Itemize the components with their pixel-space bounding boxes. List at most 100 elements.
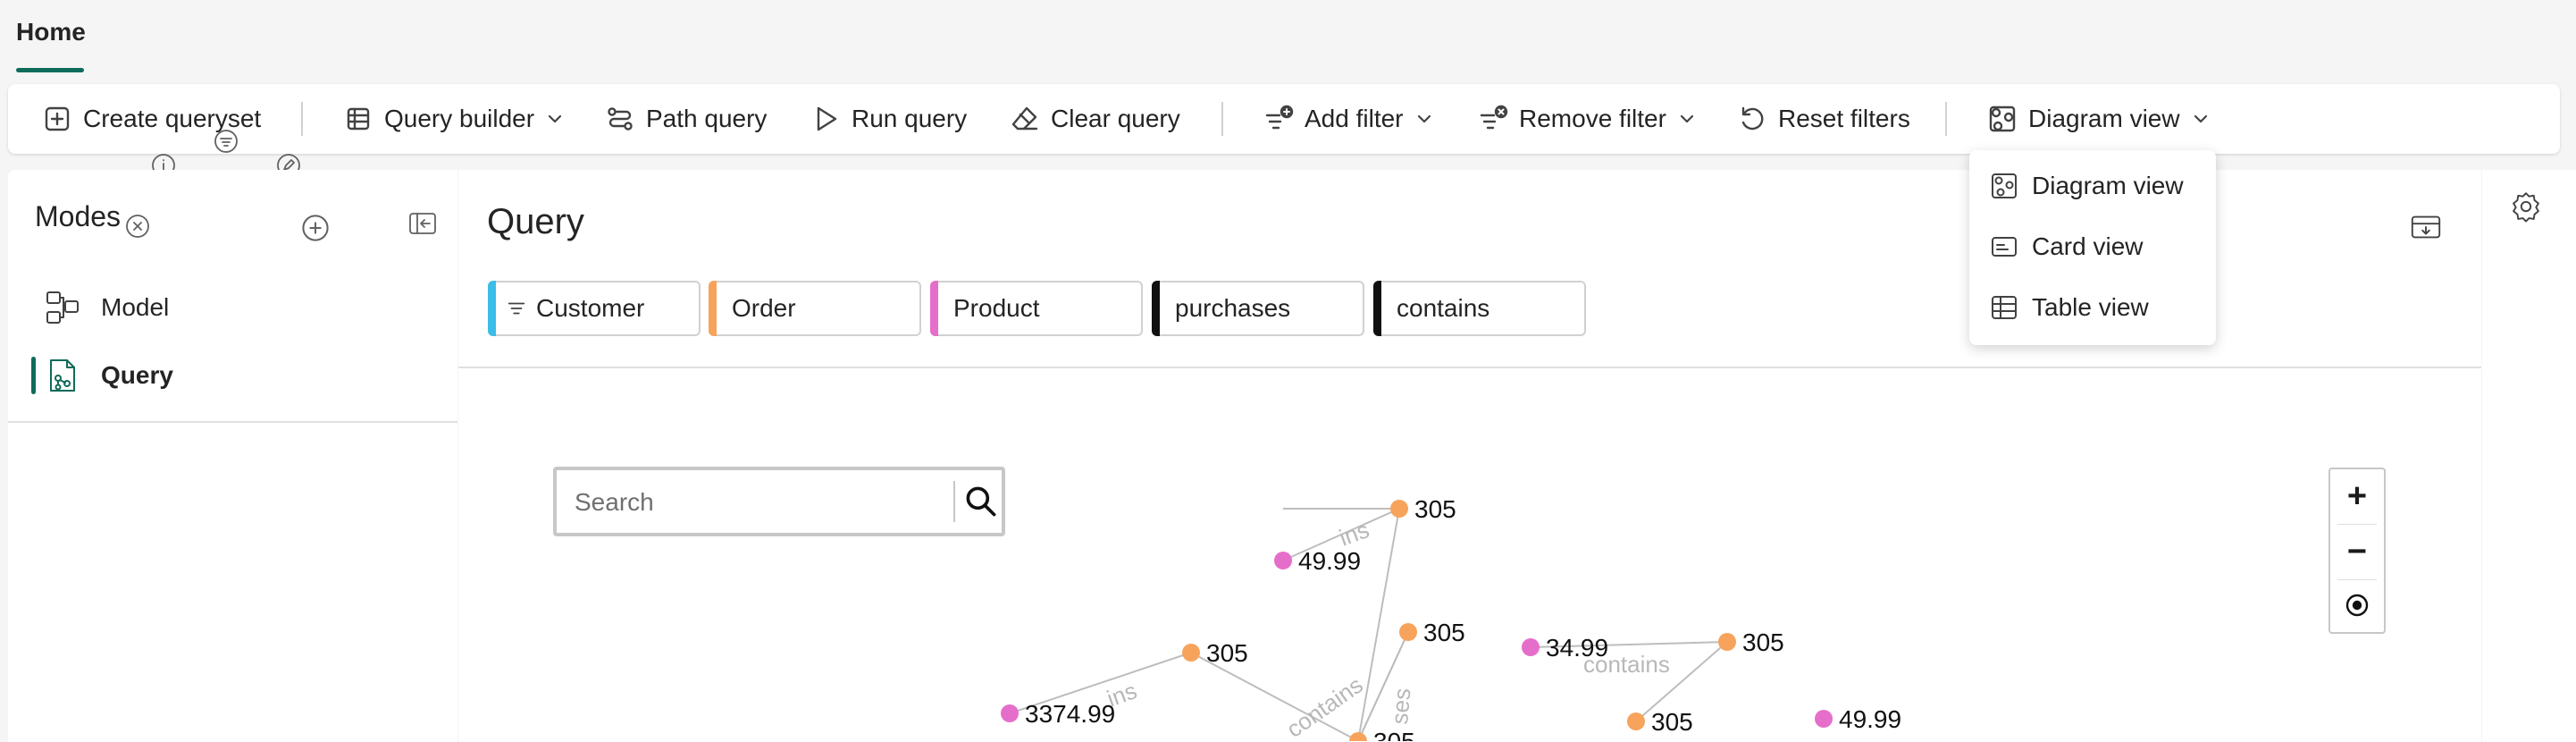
path-icon (605, 104, 635, 134)
mode-item-label: Model (101, 293, 170, 321)
filter-icon (506, 298, 527, 319)
node-label: 305 (1206, 639, 1248, 667)
mode-item-query[interactable]: Query (8, 344, 457, 407)
modes-panel: Modes Model Query (8, 170, 457, 742)
modes-title: Modes (35, 200, 122, 232)
clear-query-button[interactable]: Clear query (1010, 84, 1180, 154)
query-chip-purchases[interactable]: purchases (1152, 281, 1364, 336)
chip-label: Product (953, 294, 1040, 322)
order-node[interactable] (1627, 712, 1645, 730)
node-label: 305 (1373, 728, 1415, 741)
product-node[interactable] (1815, 710, 1833, 728)
diagram-view-icon (1987, 104, 2018, 134)
right-sidebar (2482, 170, 2576, 742)
query-chip-customer[interactable]: Customer (488, 281, 701, 336)
chip-label: contains (1397, 294, 1490, 322)
node-label: 49.99 (1839, 705, 1901, 733)
mode-item-label: Query (101, 361, 173, 389)
chip-label: Customer (536, 294, 645, 322)
home-tab[interactable]: Home (16, 18, 86, 46)
product-node[interactable] (1001, 704, 1019, 722)
chevron-down-icon (2191, 109, 2211, 129)
home-tab-indicator (16, 68, 84, 72)
path-query-button[interactable]: Path query (605, 84, 767, 154)
chip-label: Order (732, 294, 796, 322)
view-selector-button[interactable]: Diagram view (1987, 84, 2211, 154)
chip-label: purchases (1175, 294, 1291, 322)
node-label: 34.99 (1546, 634, 1608, 662)
play-icon (810, 104, 841, 134)
add-square-icon (42, 104, 72, 134)
order-node[interactable] (1349, 732, 1367, 741)
view-selector-label: Diagram view (2028, 105, 2180, 132)
query-chip-contains[interactable]: contains (1373, 281, 1586, 336)
table-grid-icon (343, 104, 373, 134)
chip-color-bar (1373, 281, 1381, 336)
menu-item-label: Card view (2032, 232, 2144, 260)
run-query-button[interactable]: Run query (810, 84, 967, 154)
path-query-label: Path query (646, 105, 768, 132)
collapse-panel-icon[interactable] (407, 207, 439, 240)
filter-circle-icon[interactable] (213, 128, 239, 155)
panel-divider (8, 421, 457, 423)
query-builder-label: Query builder (384, 105, 535, 132)
reset-filters-label: Reset filters (1778, 105, 1910, 132)
node-label: 3374.99 (1025, 700, 1115, 728)
remove-filter-icon (1478, 104, 1508, 134)
menu-item-label: Table view (2032, 293, 2149, 321)
query-icon (44, 357, 81, 394)
node-label: 49.99 (1298, 547, 1361, 575)
ribbon-toolbar: Create queryset Query builder Path query… (8, 84, 2560, 154)
add-filter-icon (1263, 104, 1294, 134)
eraser-icon (1010, 104, 1040, 134)
chip-color-bar (930, 281, 938, 336)
model-icon (44, 289, 81, 326)
menu-item-card-view[interactable]: Card view (1969, 216, 2216, 277)
query-chip-product[interactable]: Product (930, 281, 1143, 336)
table-view-icon (1989, 292, 2019, 323)
remove-filter-button[interactable]: Remove filter (1478, 84, 1697, 154)
product-node[interactable] (1274, 552, 1292, 569)
chip-color-bar (709, 281, 717, 336)
diagram-view-icon (1989, 171, 2019, 201)
node-label: 305 (1651, 708, 1693, 736)
edge-label: contains (1281, 671, 1368, 741)
menu-item-diagram-view[interactable]: Diagram view (1969, 156, 2216, 216)
reset-filters-button[interactable]: Reset filters (1737, 84, 1910, 154)
clear-query-label: Clear query (1051, 105, 1180, 132)
menu-item-table-view[interactable]: Table view (1969, 277, 2216, 338)
chevron-down-icon (545, 109, 565, 129)
order-node[interactable] (1399, 623, 1417, 641)
menu-item-label: Diagram view (2032, 172, 2184, 199)
chevron-down-icon (1677, 109, 1697, 129)
add-filter-label: Add filter (1305, 105, 1404, 132)
chip-color-bar (488, 281, 496, 336)
card-view-icon (1989, 232, 2019, 262)
expand-panel-icon[interactable] (2408, 209, 2444, 245)
node-label: 305 (1423, 619, 1465, 646)
toolbar-divider (1221, 102, 1223, 136)
page-title: Query (487, 202, 584, 241)
edge-label: ins (1336, 516, 1373, 552)
edge-label: ses (1386, 687, 1415, 726)
close-circle-icon[interactable] (124, 213, 151, 240)
remove-filter-label: Remove filter (1519, 105, 1666, 132)
add-filter-button[interactable]: Add filter (1263, 84, 1434, 154)
query-chip-order[interactable]: Order (709, 281, 921, 336)
query-builder-button[interactable]: Query builder (343, 84, 565, 154)
reset-icon (1737, 104, 1767, 134)
view-dropdown-menu: Diagram view Card view Table view (1969, 150, 2216, 345)
order-node[interactable] (1390, 500, 1408, 518)
order-node[interactable] (1182, 644, 1200, 662)
toolbar-divider (1945, 102, 1947, 136)
order-node[interactable] (1718, 633, 1736, 651)
chevron-down-icon (1414, 109, 1434, 129)
settings-icon[interactable] (2505, 186, 2547, 227)
chip-color-bar (1152, 281, 1160, 336)
product-node[interactable] (1522, 638, 1540, 656)
mode-item-model[interactable]: Model (8, 276, 457, 339)
add-circle-icon[interactable] (300, 213, 331, 243)
graph-canvas[interactable]: ins ins contains ses contains 30549.9930… (458, 367, 2481, 741)
node-label: 305 (1414, 495, 1456, 523)
toolbar-divider (301, 102, 303, 136)
